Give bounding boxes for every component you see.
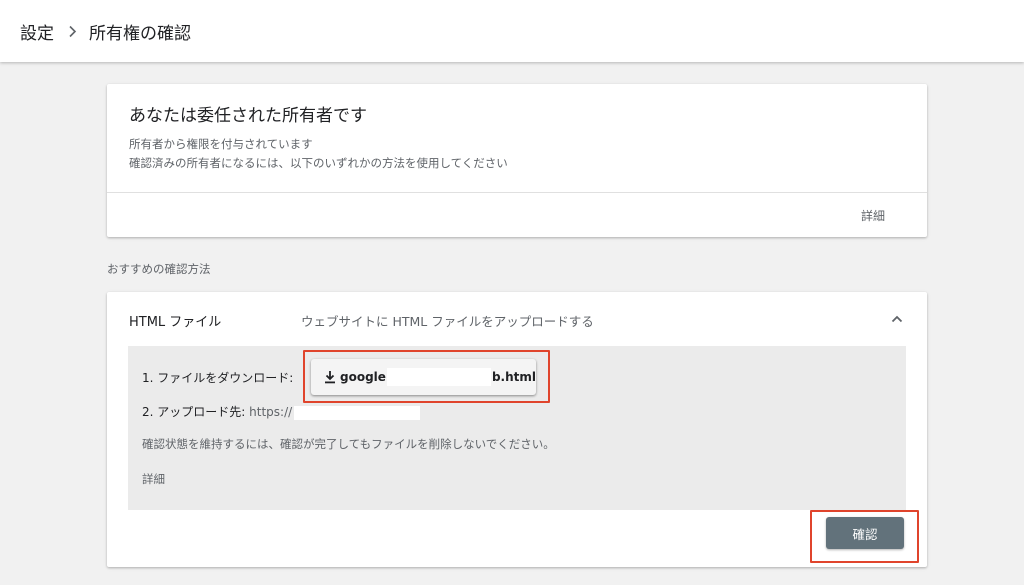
confirm-highlight-box: [810, 510, 919, 563]
divider: [107, 192, 927, 193]
method-details-link[interactable]: 詳細: [142, 471, 165, 487]
recommended-methods-label: おすすめの確認方法: [107, 262, 211, 276]
owner-status-line1: 所有者から権限を付与されています: [129, 137, 313, 151]
owner-status-line2: 確認済みの所有者になるには、以下のいずれかの方法を使用してください: [129, 156, 508, 170]
breadcrumb-parent[interactable]: 設定: [20, 19, 54, 44]
method-name: HTML ファイル: [129, 315, 222, 330]
step2-label: 2. アップロード先:: [142, 405, 246, 419]
method-description: ウェブサイトに HTML ファイルをアップロードする: [301, 314, 594, 329]
download-highlight-box: [303, 350, 550, 403]
keep-file-note: 確認状態を維持するには、確認が完了してもファイルを削除しないでください。: [142, 437, 555, 451]
owner-details-link[interactable]: 詳細: [861, 207, 885, 224]
upload-url-prefix: https://: [249, 405, 293, 419]
verification-method-card: HTML ファイル ウェブサイトに HTML ファイルをアップロードする 1. …: [107, 292, 927, 567]
chevron-up-icon[interactable]: [889, 311, 905, 327]
top-bar: 設定 所有権の確認: [0, 0, 1024, 62]
upload-url-redaction: [294, 405, 421, 420]
owner-status-title: あなたは委任された所有者です: [129, 106, 367, 126]
page-title: 所有権の確認: [89, 23, 191, 44]
owner-status-card: あなたは委任された所有者です 所有者から権限を付与されています 確認済みの所有者…: [107, 84, 927, 237]
html-file-method-header[interactable]: HTML ファイル ウェブサイトに HTML ファイルをアップロードする: [107, 292, 927, 346]
step1-label: 1. ファイルをダウンロード:: [142, 371, 294, 385]
chevron-right-icon: [68, 25, 77, 38]
step2-line: 2. アップロード先: https://: [142, 403, 421, 420]
